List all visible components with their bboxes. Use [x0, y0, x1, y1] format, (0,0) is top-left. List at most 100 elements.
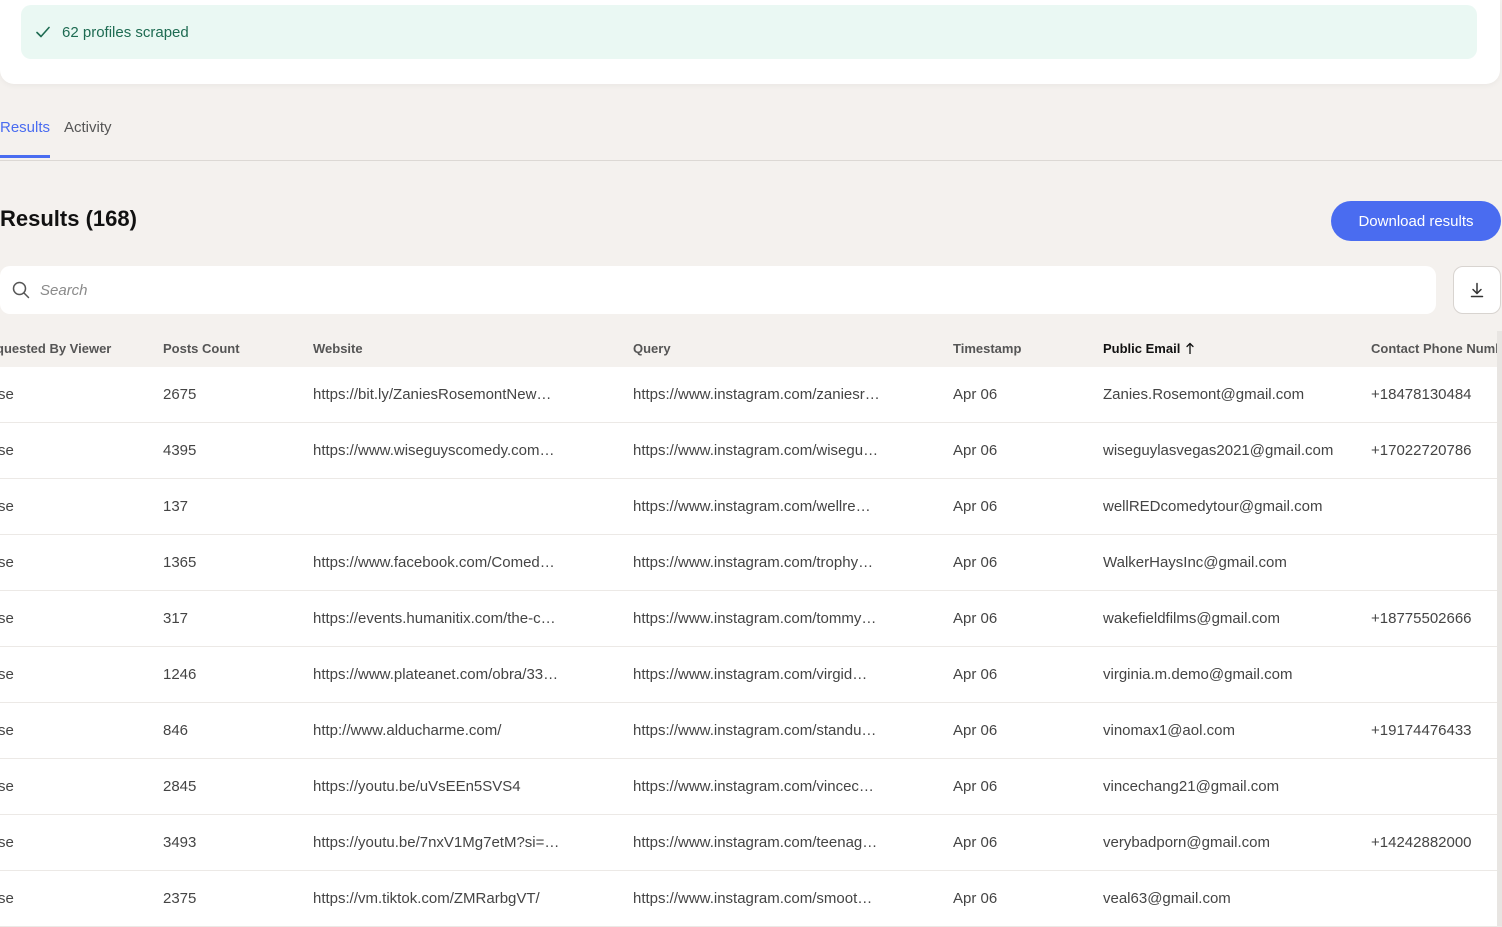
cell-website: http://www.alducharme.com/ — [313, 722, 502, 739]
export-button[interactable] — [1453, 266, 1501, 314]
cell-query: https://www.instagram.com/vincec… — [633, 778, 874, 795]
cell-contact-phone: +14242882000 — [1371, 834, 1472, 851]
search-bar — [0, 266, 1436, 314]
column-header-query[interactable]: Query — [633, 341, 933, 356]
cell-timestamp: Apr 06 — [953, 442, 998, 459]
cell-query: https://www.instagram.com/wisegu… — [633, 442, 879, 459]
download-results-button[interactable]: Download results — [1331, 201, 1501, 241]
cell-timestamp: Apr 06 — [953, 610, 998, 627]
cell-requested-by-viewer: se — [0, 890, 14, 907]
page-title: Results (168) — [0, 206, 137, 231]
cell-posts-count: 2845 — [163, 778, 197, 795]
cell-website: https://youtu.be/7nxV1Mg7etM?si=… — [313, 834, 560, 851]
cell-website: https://www.facebook.com/Comed… — [313, 554, 555, 571]
cell-website: https://events.humanitix.com/the-c… — [313, 610, 556, 627]
cell-public-email: verybadporn@gmail.com — [1103, 834, 1270, 851]
cell-website: https://vm.tiktok.com/ZMRarbgVT/ — [313, 890, 540, 907]
cell-posts-count: 2675 — [163, 386, 197, 403]
cell-query: https://www.instagram.com/wellre… — [633, 498, 871, 515]
cell-contact-phone: +19174476433 — [1371, 722, 1472, 739]
search-input[interactable] — [40, 281, 1400, 299]
cell-website: https://bit.ly/ZaniesRosemontNew… — [313, 386, 552, 403]
tab-activity[interactable]: Activity — [64, 119, 112, 158]
cell-public-email: wiseguylasvegas2021@gmail.com — [1103, 442, 1334, 459]
search-icon — [12, 281, 30, 299]
cell-requested-by-viewer: se — [0, 498, 14, 515]
cell-public-email: wakefieldfilms@gmail.com — [1103, 610, 1280, 627]
vertical-scrollbar[interactable] — [1497, 331, 1502, 926]
cell-website: https://youtu.be/uVsEEn5SVS4 — [313, 778, 521, 795]
status-card: 62 profiles scraped — [0, 0, 1500, 84]
table-body: se 2675 https://bit.ly/ZaniesRosemontNew… h… — [0, 367, 1502, 927]
column-header-public-email[interactable]: Public Email — [1103, 341, 1363, 356]
cell-query: https://www.instagram.com/zaniesr… — [633, 386, 880, 403]
cell-public-email: vincechang21@gmail.com — [1103, 778, 1280, 795]
cell-timestamp: Apr 06 — [953, 890, 998, 907]
cell-requested-by-viewer: se — [0, 778, 14, 795]
cell-requested-by-viewer: se — [0, 610, 14, 627]
table-row[interactable]: se 137 https://www.instagram.com/wellre… Ap… — [0, 479, 1502, 535]
cell-query: https://www.instagram.com/standu… — [633, 722, 877, 739]
cell-posts-count: 2375 — [163, 890, 197, 907]
cell-website: https://www.plateanet.com/obra/33… — [313, 666, 559, 683]
cell-posts-count: 4395 — [163, 442, 197, 459]
table-row[interactable]: se 3493 https://youtu.be/7nxV1Mg7etM?si=… h… — [0, 815, 1502, 871]
cell-requested-by-viewer: se — [0, 666, 14, 683]
column-header-public-email-label: Public Email — [1103, 341, 1181, 356]
cell-posts-count: 137 — [163, 498, 189, 515]
cell-contact-phone: +18775502666 — [1371, 610, 1472, 627]
cell-timestamp: Apr 06 — [953, 834, 998, 851]
column-header-timestamp[interactable]: Timestamp — [953, 341, 1093, 356]
download-icon — [1470, 282, 1484, 298]
cell-query: https://www.instagram.com/teenag… — [633, 834, 878, 851]
table-row[interactable]: se 1365 https://www.facebook.com/Comed… htt… — [0, 535, 1502, 591]
cell-public-email: WalkerHaysInc@gmail.com — [1103, 554, 1287, 571]
cell-public-email: vinomax1@aol.com — [1103, 722, 1235, 739]
cell-timestamp: Apr 06 — [953, 386, 998, 403]
results-table: quested By Viewer Posts Count Website Qu… — [0, 331, 1502, 927]
tab-results[interactable]: Results — [0, 119, 51, 158]
table-row[interactable]: se 4395 https://www.wiseguyscomedy.com… htt… — [0, 423, 1502, 479]
banner-text: 62 profiles scraped — [62, 23, 189, 41]
table-row[interactable]: se 1246 https://www.plateanet.com/obra/33…… — [0, 647, 1502, 703]
cell-timestamp: Apr 06 — [953, 498, 998, 515]
cell-query: https://www.instagram.com/trophy… — [633, 554, 874, 571]
table-row[interactable]: se 2375 https://vm.tiktok.com/ZMRarbgVT/ht… — [0, 871, 1502, 927]
table-row[interactable]: se 2675 https://bit.ly/ZaniesRosemontNew… h… — [0, 367, 1502, 423]
table-row[interactable]: se 846 http://www.alducharme.com/https://w… — [0, 703, 1502, 759]
cell-timestamp: Apr 06 — [953, 554, 998, 571]
cell-contact-phone: +18478130484 — [1371, 386, 1472, 403]
cell-public-email: veal63@gmail.com — [1103, 890, 1231, 907]
table-row[interactable]: se 317 https://events.humanitix.com/the-c…… — [0, 591, 1502, 647]
cell-requested-by-viewer: se — [0, 442, 14, 459]
cell-query: https://www.instagram.com/smoot… — [633, 890, 873, 907]
cell-requested-by-viewer: se — [0, 722, 14, 739]
column-header-website[interactable]: Website — [313, 341, 613, 356]
cell-posts-count: 3493 — [163, 834, 197, 851]
cell-posts-count: 1365 — [163, 554, 197, 571]
cell-posts-count: 317 — [163, 610, 189, 627]
cell-requested-by-viewer: se — [0, 834, 14, 851]
column-header-requested-by-viewer[interactable]: quested By Viewer — [0, 341, 146, 356]
cell-timestamp: Apr 06 — [953, 722, 998, 739]
check-icon — [36, 26, 50, 38]
cell-timestamp: Apr 06 — [953, 666, 998, 683]
cell-public-email: Zanies.Rosemont@gmail.com — [1103, 386, 1305, 403]
sort-ascending-icon — [1186, 342, 1194, 354]
cell-requested-by-viewer: se — [0, 554, 14, 571]
table-row[interactable]: se 2845 https://youtu.be/uVsEEn5SVS4 https:… — [0, 759, 1502, 815]
table-header: quested By Viewer Posts Count Website Qu… — [0, 331, 1502, 367]
cell-posts-count: 1246 — [163, 666, 197, 683]
column-header-posts-count[interactable]: Posts Count — [163, 341, 303, 356]
tab-bar: Results Activity — [0, 108, 1502, 161]
column-header-contact-phone[interactable]: Contact Phone Numb — [1371, 341, 1502, 356]
cell-timestamp: Apr 06 — [953, 778, 998, 795]
cell-contact-phone: +17022720786 — [1371, 442, 1472, 459]
cell-query: https://www.instagram.com/tommy… — [633, 610, 877, 627]
cell-posts-count: 846 — [163, 722, 189, 739]
success-banner: 62 profiles scraped — [21, 5, 1477, 59]
cell-requested-by-viewer: se — [0, 386, 14, 403]
cell-query: https://www.instagram.com/virgid… — [633, 666, 868, 683]
cell-public-email: virginia.m.demo@gmail.com — [1103, 666, 1293, 683]
cell-website: https://www.wiseguyscomedy.com… — [313, 442, 555, 459]
